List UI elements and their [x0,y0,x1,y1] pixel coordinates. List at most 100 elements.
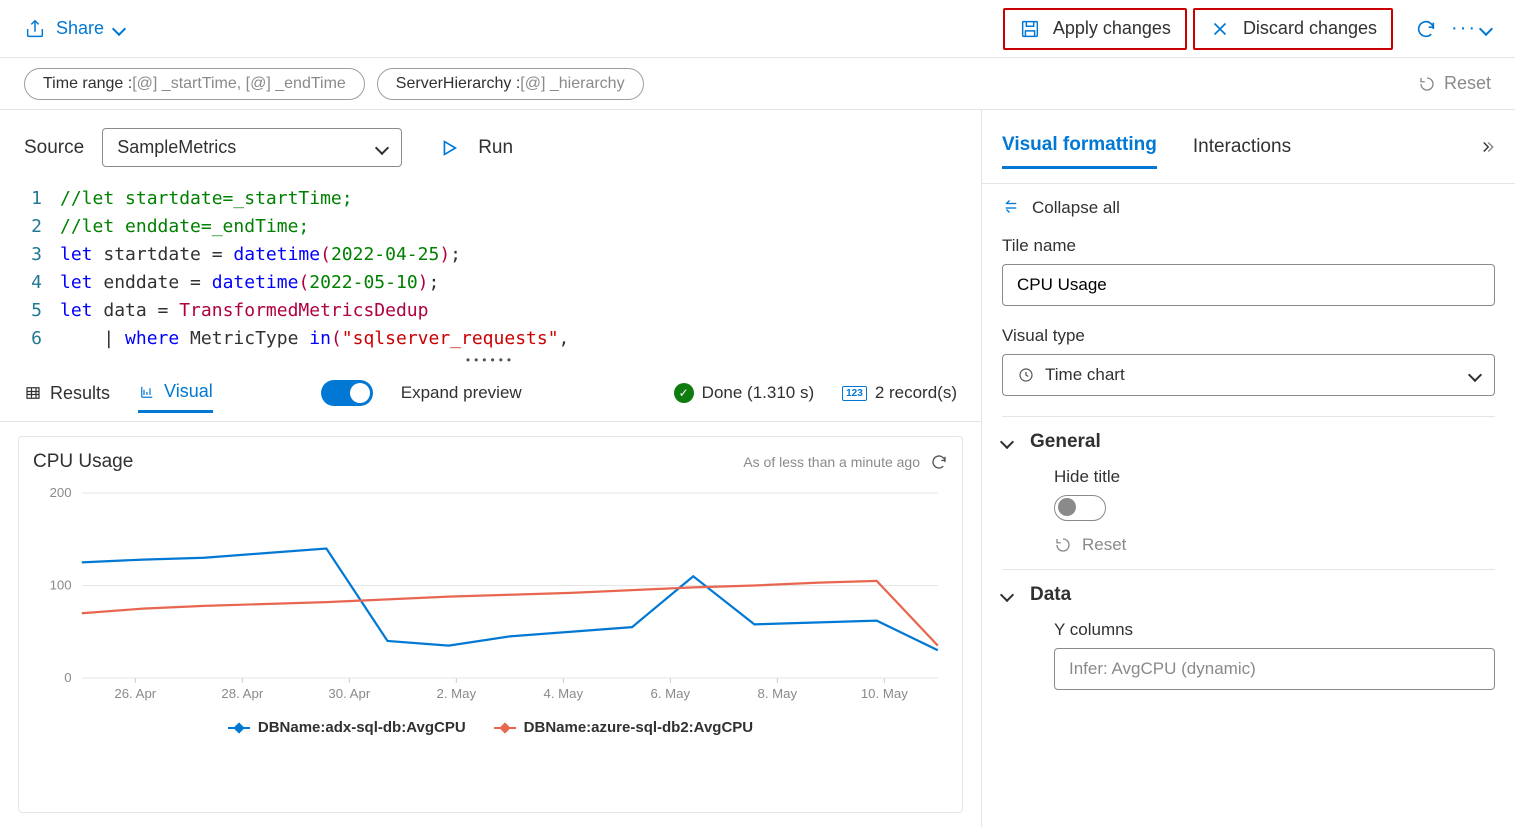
chart-icon [138,383,156,401]
query-status: ✓ Done (1.310 s) [674,383,814,403]
pill-value: [@] _hierarchy [520,75,624,93]
status-text: Done (1.310 s) [702,383,814,403]
chevron-down-icon [1479,21,1493,35]
clock-icon [1017,366,1035,384]
hide-title-toggle[interactable] [1054,495,1106,521]
reset-label: Reset [1444,73,1491,94]
records-icon: 123 [842,386,867,401]
undo-icon [1418,75,1436,93]
undo-icon [1054,536,1072,554]
close-icon [1209,18,1231,40]
filter-pill-serverhierarchy[interactable]: ServerHierarchy : [@] _hierarchy [377,68,644,100]
top-bar: Share Apply changes Discard changes ··· [0,0,1515,58]
svg-text:0: 0 [64,670,71,685]
source-select[interactable]: SampleMetrics [102,128,402,167]
expand-icon[interactable] [1477,138,1495,156]
reset-filters-button[interactable]: Reset [1418,73,1491,94]
tab-interactions[interactable]: Interactions [1193,126,1291,168]
chart-plot: 010020026. Apr28. Apr30. Apr2. May4. May… [33,483,948,713]
section-general-label: General [1030,431,1101,453]
visual-type-label: Visual type [1002,326,1495,346]
chevron-down-icon [375,140,389,154]
filter-pill-timerange[interactable]: Time range : [@] _startTime, [@] _endTim… [24,68,365,100]
table-icon [24,384,42,402]
refresh-button[interactable] [1409,12,1443,46]
source-value: SampleMetrics [117,137,236,158]
hide-title-label: Hide title [1054,467,1495,487]
result-tabstrip: Results Visual Expand preview ✓ Done (1.… [0,365,981,422]
apply-changes-label: Apply changes [1053,18,1171,39]
svg-text:8. May: 8. May [758,686,798,701]
chart-asof: As of less than a minute ago [743,454,920,470]
reset-section-button[interactable]: Reset [1054,535,1495,555]
source-label: Source [24,137,84,159]
chevron-down-icon [1000,435,1014,449]
query-editor[interactable]: 1//let startdate=_startTime;2//let endda… [0,185,981,353]
svg-text:10. May: 10. May [861,686,908,701]
share-icon [24,18,46,40]
save-icon [1019,18,1041,40]
legend-item-2[interactable]: DBName:azure-sql-db2:AvgCPU [494,719,753,736]
share-label: Share [56,18,104,39]
ycolumns-select[interactable]: Infer: AvgCPU (dynamic) [1054,648,1495,690]
tile-name-input[interactable] [1002,264,1495,306]
collapse-all-label: Collapse all [1032,198,1120,218]
collapse-all-button[interactable]: Collapse all [1002,198,1495,218]
pill-key: ServerHierarchy : [396,75,520,93]
tab-visual-formatting[interactable]: Visual formatting [1002,124,1157,169]
ellipsis-icon: ··· [1451,17,1477,40]
pill-value: [@] _startTime, [@] _endTime [132,75,346,93]
apply-changes-button[interactable]: Apply changes [1003,8,1187,50]
chevron-down-icon [1000,588,1014,602]
legend-label: DBName:azure-sql-db2:AvgCPU [524,719,753,736]
chevron-down-icon [1468,368,1482,382]
tab-results-label: Results [50,383,110,404]
svg-text:26. Apr: 26. Apr [114,686,156,701]
visual-type-value: Time chart [1045,365,1460,385]
resize-handle[interactable]: •••••• [0,353,981,365]
expand-preview-toggle[interactable] [321,380,373,406]
refresh-icon[interactable] [930,453,948,471]
right-tabs: Visual formatting Interactions [982,110,1515,184]
more-menu-button[interactable]: ··· [1451,17,1491,40]
source-row: Source SampleMetrics Run [0,110,981,185]
discard-changes-button[interactable]: Discard changes [1193,8,1393,50]
svg-text:100: 100 [50,578,72,593]
chevron-down-icon [112,21,126,35]
tab-visual-label: Visual [164,381,213,402]
svg-text:200: 200 [50,485,72,500]
reset-mini-label: Reset [1082,535,1126,555]
tab-results[interactable]: Results [24,375,110,412]
svg-text:4. May: 4. May [544,686,584,701]
visual-type-select[interactable]: Time chart [1002,354,1495,396]
work-area: Source SampleMetrics Run 1//let startdat… [0,110,1515,827]
expand-preview-label: Expand preview [401,383,522,403]
section-data[interactable]: Data [1002,569,1495,620]
right-scroll[interactable]: Collapse all Tile name Visual type Time … [982,184,1515,827]
discard-changes-label: Discard changes [1243,18,1377,39]
right-pane: Visual formatting Interactions Collapse … [982,110,1515,827]
chart-title: CPU Usage [33,451,133,473]
legend-marker-icon [228,727,250,729]
legend-label: DBName:adx-sql-db:AvgCPU [258,719,466,736]
left-pane: Source SampleMetrics Run 1//let startdat… [0,110,982,827]
record-count-text: 2 record(s) [875,383,957,403]
svg-text:6. May: 6. May [651,686,691,701]
filter-bar: Time range : [@] _startTime, [@] _endTim… [0,58,1515,110]
run-button[interactable]: Run [438,137,513,159]
legend-item-1[interactable]: DBName:adx-sql-db:AvgCPU [228,719,466,736]
check-icon: ✓ [674,383,694,403]
tab-visual[interactable]: Visual [138,373,213,413]
section-data-label: Data [1030,584,1071,606]
ycolumns-value: Infer: AvgCPU (dynamic) [1069,659,1480,679]
collapse-icon [1002,199,1020,217]
share-button[interactable]: Share [24,18,124,40]
chart-card: CPU Usage As of less than a minute ago 0… [18,436,963,813]
pill-key: Time range : [43,75,132,93]
svg-text:2. May: 2. May [437,686,477,701]
legend-marker-icon [494,727,516,729]
section-general[interactable]: General [1002,416,1495,467]
chart-legend: DBName:adx-sql-db:AvgCPU DBName:azure-sq… [33,719,948,736]
svg-text:30. Apr: 30. Apr [328,686,370,701]
run-label: Run [478,137,513,159]
